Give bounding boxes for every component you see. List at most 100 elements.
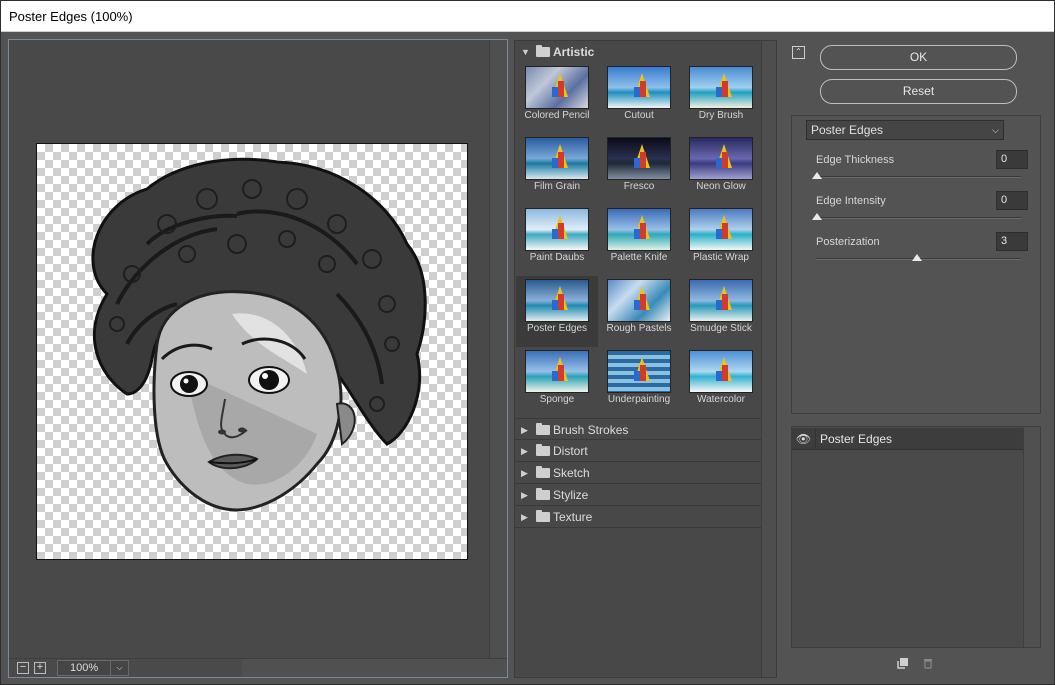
filter-list-scrollbar[interactable] <box>761 41 776 677</box>
sailboat-shape <box>640 223 646 239</box>
filter-thumb-dry-brush[interactable]: Dry Brush <box>680 63 762 134</box>
filter-thumb-watercolor[interactable]: Watercolor <box>680 347 762 418</box>
triangle-right-icon: ▶ <box>521 446 528 456</box>
chevron-down-icon: ⌵ <box>110 661 128 675</box>
window-title: Poster Edges (100%) <box>1 1 1054 32</box>
effect-layer[interactable]: 👁 Poster Edges <box>792 428 1023 450</box>
filter-select-value: Poster Edges <box>811 123 884 137</box>
sailboat-shape <box>634 158 640 168</box>
sailboat-shape <box>640 81 646 97</box>
preview-image <box>36 143 468 560</box>
sailboat-shape <box>716 371 722 381</box>
chevron-down-icon: ⌵ <box>992 125 999 135</box>
filter-preview-image <box>689 279 753 322</box>
filter-preview-image <box>607 279 671 322</box>
zoom-in-button[interactable]: + <box>34 662 46 674</box>
filter-preview-image <box>689 350 753 393</box>
sailboat-shape <box>558 152 564 168</box>
filter-preview-image <box>525 350 589 393</box>
filter-thumb-cutout[interactable]: Cutout <box>598 63 680 134</box>
sailboat-shape <box>716 158 722 168</box>
reset-button[interactable]: Reset <box>820 79 1017 104</box>
category-distort[interactable]: ▶ Distort <box>515 440 762 462</box>
zoom-select[interactable]: 100% ⌵ <box>57 660 129 676</box>
category-stylize[interactable]: ▶ Stylize <box>515 484 762 506</box>
filter-thumb-label: Rough Pastels <box>606 323 672 334</box>
collapse-icon[interactable]: ⌃ <box>792 46 805 59</box>
new-layer-icon[interactable] <box>897 657 909 669</box>
filter-thumb-label: Film Grain <box>533 181 581 192</box>
slider-knob[interactable] <box>812 213 822 220</box>
filter-settings: Poster Edges ⌵ Edge Thickness 0 Edge Int… <box>791 115 1041 414</box>
triangle-right-icon: ▶ <box>521 490 528 500</box>
filter-select[interactable]: Poster Edges ⌵ <box>806 120 1004 140</box>
sailboat-shape <box>634 229 640 239</box>
ok-button[interactable]: OK <box>820 45 1017 70</box>
preview-horizontal-scrollbar[interactable] <box>242 659 507 677</box>
preview-zoom-bar: − + 100% ⌵ <box>9 658 507 677</box>
preview-canvas[interactable] <box>9 40 489 658</box>
filter-list-panel: ▼ Artistic Colored Pencil Cutout Dry Brush… <box>514 40 777 678</box>
triangle-right-icon: ▶ <box>521 512 528 522</box>
sailboat-shape <box>558 365 564 381</box>
sailboat-shape <box>552 300 558 310</box>
sailboat-shape <box>722 81 728 97</box>
filter-preview-image <box>525 137 589 180</box>
filter-preview-image <box>689 137 753 180</box>
zoom-value: 100% <box>70 662 99 674</box>
sailboat-shape <box>552 229 558 239</box>
filter-thumb-plastic-wrap[interactable]: Plastic Wrap <box>680 205 762 276</box>
folder-icon <box>536 444 550 456</box>
category-sketch[interactable]: ▶ Sketch <box>515 462 762 484</box>
edge-intensity-input[interactable]: 0 <box>996 191 1028 210</box>
sailboat-shape <box>716 229 722 239</box>
filter-thumb-neon-glow[interactable]: Neon Glow <box>680 134 762 205</box>
filter-preview-image <box>689 66 753 109</box>
trash-icon[interactable] <box>922 657 934 669</box>
edge-intensity-slider[interactable] <box>816 217 1021 219</box>
filter-thumb-label: Underpainting <box>607 394 671 405</box>
filter-thumb-rough-pastels[interactable]: Rough Pastels <box>598 276 680 347</box>
filter-thumb-fresco[interactable]: Fresco <box>598 134 680 205</box>
filter-preview-image <box>689 208 753 251</box>
filter-preview-image <box>525 208 589 251</box>
edge-thickness-input[interactable]: 0 <box>996 150 1028 169</box>
filter-preview-image <box>525 66 589 109</box>
filter-thumb-poster-edges[interactable]: Poster Edges <box>516 276 598 347</box>
param-posterization: Posterization 3 <box>816 232 1028 261</box>
sailboat-shape <box>722 152 728 168</box>
filter-thumb-palette-knife[interactable]: Palette Knife <box>598 205 680 276</box>
filter-thumb-film-grain[interactable]: Film Grain <box>516 134 598 205</box>
posterization-input[interactable]: 3 <box>996 232 1028 251</box>
eye-icon[interactable]: 👁 <box>792 428 816 450</box>
category-texture[interactable]: ▶ Texture <box>515 506 762 528</box>
filter-thumb-underpainting[interactable]: Underpainting <box>598 347 680 418</box>
filter-thumb-paint-daubs[interactable]: Paint Daubs <box>516 205 598 276</box>
preview-vertical-scrollbar[interactable] <box>489 40 507 658</box>
zoom-out-button[interactable]: − <box>17 662 29 674</box>
filter-thumb-label: Watercolor <box>697 394 745 405</box>
sailboat-shape <box>722 365 728 381</box>
param-edge-intensity: Edge Intensity 0 <box>812 191 1028 220</box>
edge-thickness-slider[interactable] <box>816 176 1021 178</box>
effect-layers-panel: 👁 Poster Edges <box>791 426 1041 648</box>
filter-preview-image <box>607 66 671 109</box>
filter-thumb-colored-pencil[interactable]: Colored Pencil <box>516 63 598 134</box>
triangle-right-icon: ▶ <box>521 468 528 478</box>
slider-knob[interactable] <box>812 172 822 179</box>
category-brush-strokes[interactable]: ▶ Brush Strokes <box>515 418 762 440</box>
sailboat-shape <box>552 371 558 381</box>
category-artistic[interactable]: ▼ Artistic <box>515 41 762 63</box>
effect-layer-name: Poster Edges <box>820 432 893 446</box>
layers-scrollbar[interactable] <box>1023 427 1040 647</box>
filter-preview-image <box>525 279 589 322</box>
filter-thumb-label: Poster Edges <box>526 323 588 334</box>
filter-thumb-label: Plastic Wrap <box>693 252 749 263</box>
filter-thumb-label: Colored Pencil <box>524 110 590 121</box>
filter-thumb-label: Dry Brush <box>698 110 744 121</box>
slider-knob[interactable] <box>912 254 922 261</box>
filter-thumb-sponge[interactable]: Sponge <box>516 347 598 418</box>
sailboat-shape <box>722 223 728 239</box>
filter-thumb-smudge-stick[interactable]: Smudge Stick <box>680 276 762 347</box>
filter-thumb-label: Paint Daubs <box>529 252 585 263</box>
